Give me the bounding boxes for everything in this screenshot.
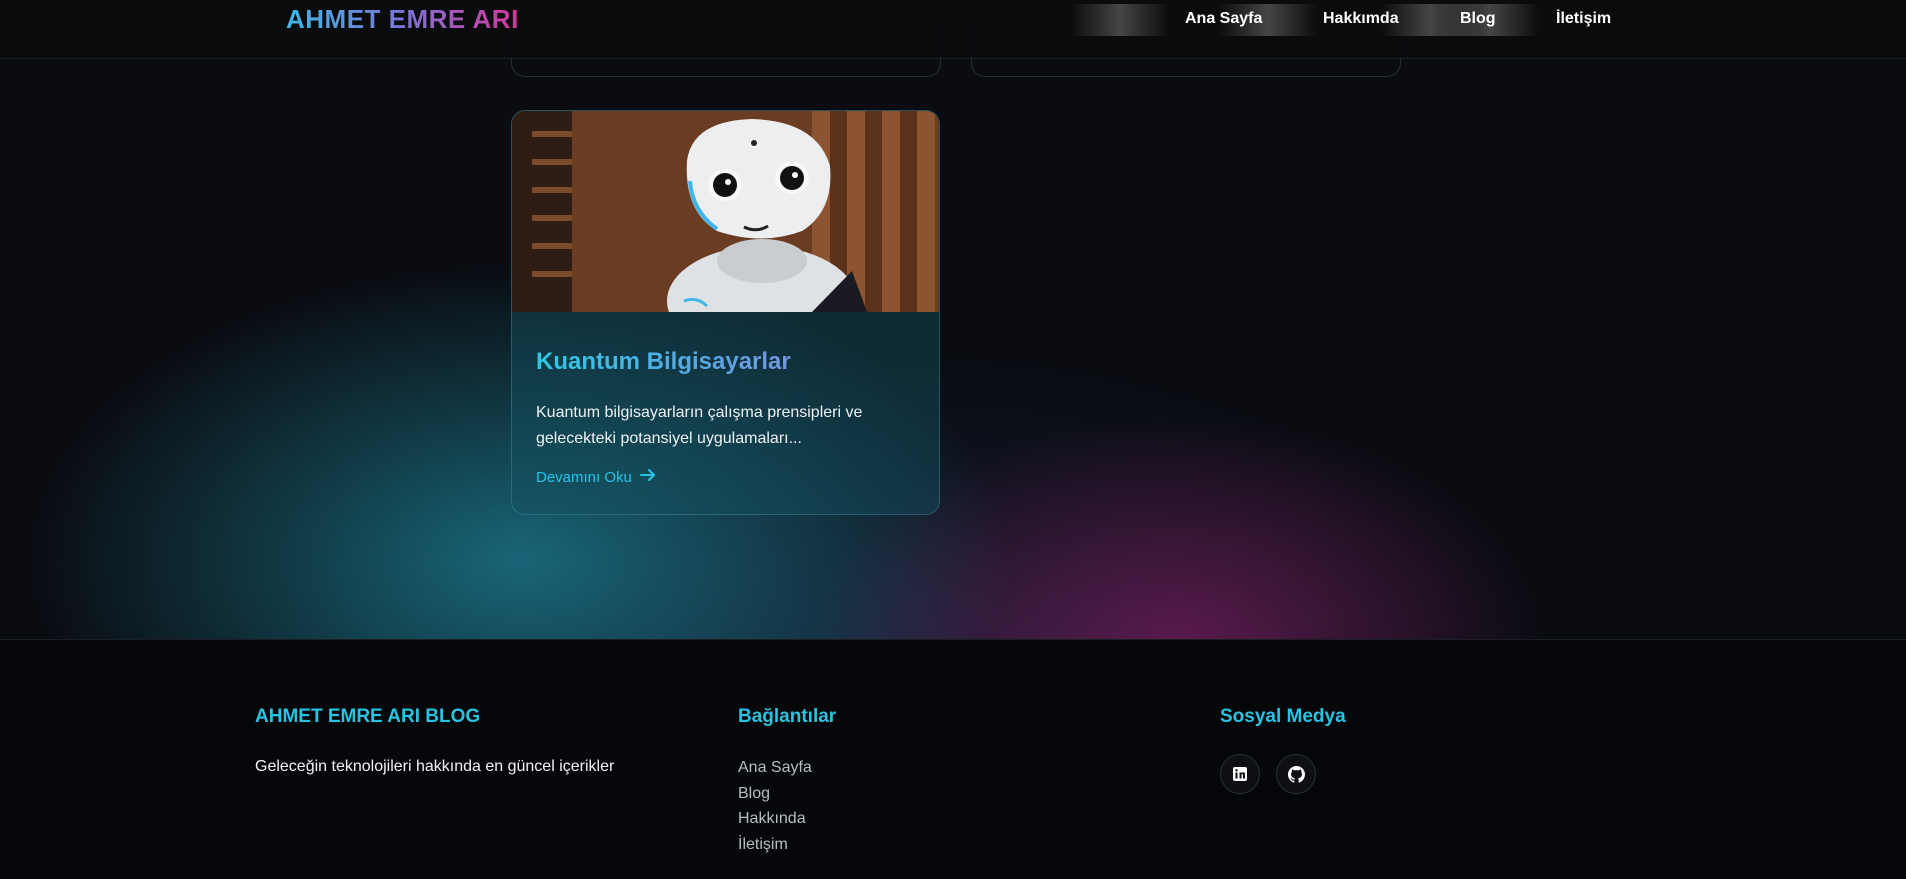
footer-links: Bağlantılar Ana Sayfa Blog Hakkında İlet… <box>738 706 836 873</box>
blog-card[interactable]: Kuantum Bilgisayarlar Kuantum bilgisayar… <box>511 110 940 515</box>
post-image[interactable] <box>512 111 939 312</box>
footer-link-blog[interactable]: Blog <box>738 781 836 807</box>
footer-link-about[interactable]: Hakkında <box>738 806 836 832</box>
site-logo[interactable]: AHMET EMRE ARI <box>286 4 519 35</box>
hero-background <box>0 0 1906 639</box>
nav-glow-decoration <box>1070 4 1170 36</box>
nav-link-contact[interactable]: İletişim <box>1556 10 1611 28</box>
footer: AHMET EMRE ARI BLOG Geleceğin teknolojil… <box>0 639 1906 879</box>
github-icon <box>1287 765 1305 783</box>
github-button[interactable] <box>1276 754 1316 794</box>
post-excerpt: Kuantum bilgisayarların çalışma prensipl… <box>536 404 863 447</box>
footer-social-heading: Sosyal Medya <box>1220 706 1346 727</box>
footer-social: Sosyal Medya <box>1220 706 1346 794</box>
footer-links-heading: Bağlantılar <box>738 706 837 727</box>
arrow-right-icon <box>639 468 656 486</box>
navbar: AHMET EMRE ARI Ana Sayfa Hakkımda Blog İ… <box>0 0 1906 59</box>
read-more-link[interactable]: Devamını Oku <box>536 468 656 486</box>
footer-brand: AHMET EMRE ARI BLOG Geleceğin teknolojil… <box>255 706 614 776</box>
footer-tagline: Geleceğin teknolojileri hakkında en günc… <box>255 758 615 775</box>
robot-illustration <box>512 111 939 312</box>
footer-brand-heading: AHMET EMRE ARI BLOG <box>255 706 481 727</box>
footer-link-contact[interactable]: İletişim <box>738 832 836 858</box>
nav-link-home[interactable]: Ana Sayfa <box>1185 10 1262 28</box>
linkedin-button[interactable] <box>1220 754 1260 794</box>
linkedin-icon <box>1233 767 1247 781</box>
nav-link-about[interactable]: Hakkımda <box>1323 10 1399 28</box>
post-title[interactable]: Kuantum Bilgisayarlar <box>536 348 915 376</box>
footer-link-home[interactable]: Ana Sayfa <box>738 755 836 781</box>
read-more-label: Devamını Oku <box>536 468 632 486</box>
nav-link-blog[interactable]: Blog <box>1460 10 1496 28</box>
